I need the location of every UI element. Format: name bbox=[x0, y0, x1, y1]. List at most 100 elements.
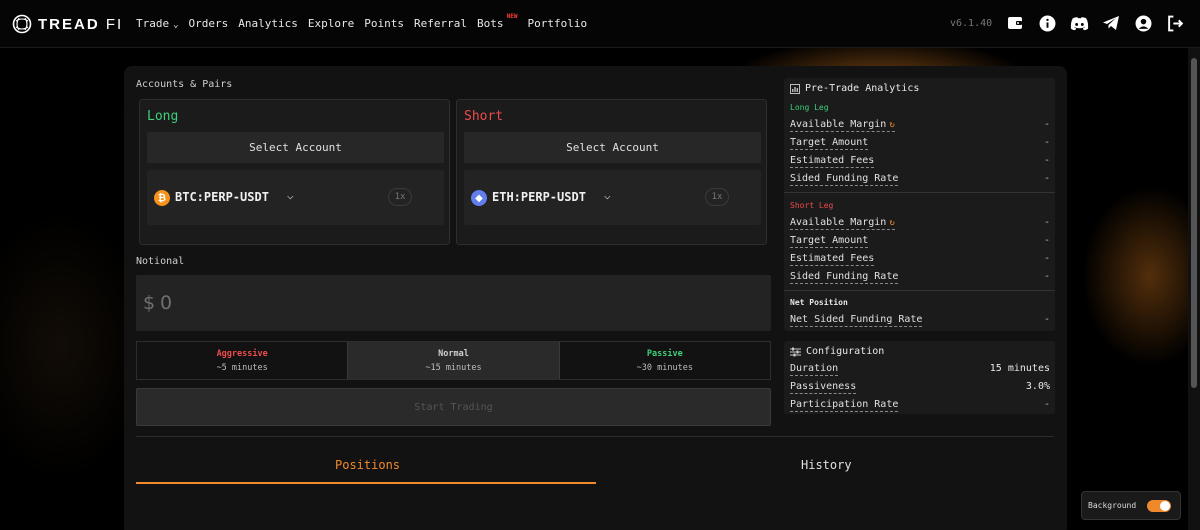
nav-points[interactable]: Points bbox=[364, 17, 404, 30]
short-leg-card: Short Select Account ◆ ETH:PERP-USDT ⌵ 1… bbox=[456, 99, 767, 245]
metric-label[interactable]: Net Sided Funding Rate bbox=[790, 314, 923, 327]
short-pair-name: ETH:PERP-USDT bbox=[492, 190, 586, 204]
strategy-time: ~30 minutes bbox=[636, 362, 693, 373]
metric-label[interactable]: Sided Funding Rate bbox=[790, 271, 899, 284]
net-position-heading: Net Position bbox=[790, 298, 848, 307]
short-leverage-badge[interactable]: 1x bbox=[705, 188, 729, 206]
active-tab-indicator bbox=[136, 482, 596, 484]
scrollbar-thumb[interactable] bbox=[1191, 58, 1197, 388]
configuration-panel: Configuration Duration 15 minutes Passiv… bbox=[784, 341, 1055, 414]
nav-bots[interactable]: Bots NEW bbox=[477, 13, 518, 30]
main-nav: Trade ⌄ Orders Analytics Explore Points R… bbox=[136, 13, 588, 30]
metric-value: - bbox=[1043, 119, 1050, 130]
metric-label[interactable]: Target Amount bbox=[790, 235, 869, 248]
start-trading-button[interactable]: Start Trading bbox=[136, 388, 771, 426]
short-target-amount-row: Target Amount - bbox=[790, 235, 1050, 249]
strategy-passive[interactable]: Passive ~30 minutes bbox=[559, 342, 770, 379]
logout-icon[interactable] bbox=[1165, 13, 1185, 33]
refresh-icon[interactable]: ↻ bbox=[889, 120, 894, 130]
metric-value: - bbox=[1043, 173, 1050, 184]
section-divider bbox=[136, 436, 1054, 437]
net-sided-funding-rate-row: Net Sided Funding Rate - bbox=[790, 314, 1050, 328]
metric-label[interactable]: Target Amount bbox=[790, 137, 869, 150]
metric-label[interactable]: Duration bbox=[790, 363, 839, 376]
short-select-account-button[interactable]: Select Account bbox=[464, 132, 761, 163]
version-label: v6.1.40 bbox=[950, 18, 993, 29]
tab-history[interactable]: History bbox=[801, 458, 852, 472]
metric-value: - bbox=[1043, 314, 1050, 325]
configuration-title: Configuration bbox=[806, 346, 885, 357]
nav-trade[interactable]: Trade ⌄ bbox=[136, 17, 179, 30]
chart-icon bbox=[790, 83, 800, 94]
short-leg-heading: Short Leg bbox=[790, 201, 834, 210]
strategy-normal[interactable]: Normal ~15 minutes bbox=[347, 342, 560, 379]
dollar-prefix: $ bbox=[143, 292, 156, 314]
wallet-icon[interactable] bbox=[1005, 13, 1025, 33]
new-badge: NEW bbox=[506, 13, 518, 20]
tab-positions[interactable]: Positions bbox=[335, 458, 400, 472]
metric-label[interactable]: Sided Funding Rate bbox=[790, 173, 899, 186]
user-icon[interactable] bbox=[1133, 13, 1153, 33]
strategy-name: Normal bbox=[438, 348, 469, 359]
strategy-aggressive[interactable]: Aggressive ~5 minutes bbox=[137, 342, 348, 379]
notional-value: 0 bbox=[160, 292, 173, 314]
metric-label[interactable]: Available Margin ↻ bbox=[790, 119, 895, 132]
metric-label[interactable]: Estimated Fees bbox=[790, 155, 875, 168]
long-title: Long bbox=[147, 109, 179, 124]
analytics-header: Pre-Trade Analytics bbox=[790, 83, 919, 94]
info-icon[interactable] bbox=[1037, 13, 1057, 33]
metric-label[interactable]: Passiveness bbox=[790, 381, 857, 394]
strategy-name: Aggressive bbox=[216, 348, 268, 359]
nav-referral[interactable]: Referral bbox=[414, 17, 467, 30]
long-pair-name: BTC:PERP-USDT bbox=[175, 190, 269, 204]
nav-explore[interactable]: Explore bbox=[308, 17, 354, 30]
refresh-icon[interactable]: ↻ bbox=[889, 218, 894, 228]
long-select-account-button[interactable]: Select Account bbox=[147, 132, 444, 163]
top-navigation-bar: TREAD FI Trade ⌄ Orders Analytics Explore… bbox=[0, 0, 1200, 48]
strategy-time: ~5 minutes bbox=[216, 362, 268, 373]
analytics-title: Pre-Trade Analytics bbox=[805, 83, 920, 94]
discord-icon[interactable] bbox=[1069, 13, 1089, 33]
long-leg-card: Long Select Account ₿ BTC:PERP-USDT ⌵ 1x bbox=[139, 99, 450, 245]
short-estimated-fees-row: Estimated Fees - bbox=[790, 253, 1050, 267]
long-estimated-fees-row: Estimated Fees - bbox=[790, 155, 1050, 169]
long-leverage-badge[interactable]: 1x bbox=[388, 188, 412, 206]
btc-coin-icon: ₿ bbox=[154, 190, 170, 206]
long-target-amount-row: Target Amount - bbox=[790, 137, 1050, 151]
duration-row: Duration 15 minutes bbox=[790, 363, 1050, 377]
short-pair-selector[interactable]: ◆ ETH:PERP-USDT ⌵ 1x bbox=[464, 170, 761, 225]
toggle-knob bbox=[1160, 501, 1170, 511]
metric-label[interactable]: Estimated Fees bbox=[790, 253, 875, 266]
metric-label[interactable]: Available Margin ↻ bbox=[790, 217, 895, 230]
background-toggle-widget: Background bbox=[1081, 491, 1181, 520]
short-title: Short bbox=[464, 109, 504, 124]
tread-logo-icon bbox=[12, 14, 32, 34]
strategy-time: ~15 minutes bbox=[425, 362, 482, 373]
nav-analytics[interactable]: Analytics bbox=[238, 17, 298, 30]
long-pair-selector[interactable]: ₿ BTC:PERP-USDT ⌵ 1x bbox=[147, 170, 444, 225]
page-scrollbar[interactable] bbox=[1188, 48, 1200, 530]
background-toggle-switch[interactable] bbox=[1147, 500, 1171, 512]
eth-coin-icon: ◆ bbox=[471, 190, 487, 206]
metric-value: - bbox=[1043, 253, 1050, 264]
chevron-down-icon: ⌵ bbox=[287, 189, 294, 202]
strategy-name: Passive bbox=[646, 348, 683, 359]
background-toggle-label: Background bbox=[1088, 501, 1137, 510]
pre-trade-analytics-panel: Pre-Trade Analytics Long Leg Available M… bbox=[784, 78, 1055, 331]
nav-portfolio[interactable]: Portfolio bbox=[528, 17, 588, 30]
chevron-down-icon: ⌄ bbox=[173, 20, 179, 30]
divider bbox=[784, 192, 1055, 193]
notional-label: Notional bbox=[136, 256, 185, 267]
configuration-header: Configuration bbox=[790, 346, 884, 357]
long-leg-heading: Long Leg bbox=[790, 103, 829, 112]
strategy-selector: Aggressive ~5 minutes Normal ~15 minutes… bbox=[136, 341, 771, 380]
telegram-icon[interactable] bbox=[1101, 13, 1121, 33]
nav-orders[interactable]: Orders bbox=[189, 17, 229, 30]
sliders-icon bbox=[790, 347, 801, 356]
metric-label[interactable]: Participation Rate bbox=[790, 399, 899, 412]
long-sided-funding-rate-row: Sided Funding Rate - bbox=[790, 173, 1050, 187]
passiveness-row: Passiveness 3.0% bbox=[790, 381, 1050, 395]
notional-input[interactable]: $ 0 bbox=[136, 275, 771, 331]
metric-value: - bbox=[1043, 399, 1050, 410]
brand-logo[interactable]: TREAD FI bbox=[12, 14, 123, 34]
